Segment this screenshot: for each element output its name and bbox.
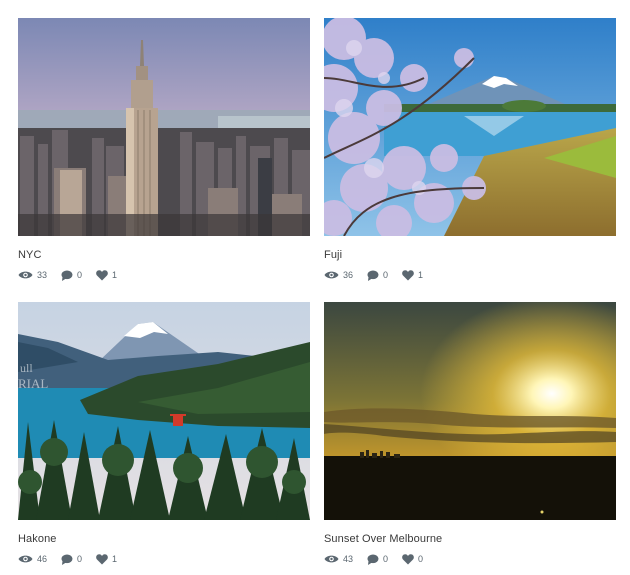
post-stats: 43 0 0	[324, 553, 616, 565]
svg-text:RIAL: RIAL	[18, 376, 48, 391]
comments-value: 0	[383, 554, 389, 564]
post-title[interactable]: NYC	[18, 248, 310, 262]
post-stats: 33 0 1	[18, 269, 310, 281]
post-stats: 36 0 1	[324, 269, 616, 281]
eye-icon	[324, 271, 339, 279]
melbourne-sunset-photo	[324, 302, 616, 520]
comments-count[interactable]: 0	[61, 269, 82, 281]
post-image-fuji[interactable]	[324, 18, 616, 236]
views-value: 43	[343, 554, 354, 564]
post-image-sunset[interactable]	[324, 302, 616, 520]
views-count: 33	[18, 269, 47, 281]
nyc-skyline-photo	[18, 18, 310, 236]
eye-icon	[18, 271, 33, 279]
post-title[interactable]: Hakone	[18, 532, 310, 546]
speech-bubble-icon	[61, 554, 73, 565]
comments-count[interactable]: 0	[367, 553, 388, 565]
likes-count[interactable]: 1	[402, 269, 423, 281]
fuji-cherry-blossom-photo	[324, 18, 616, 236]
speech-bubble-icon	[61, 270, 73, 281]
comments-count[interactable]: 0	[61, 553, 82, 565]
comments-value: 0	[77, 270, 83, 280]
views-count: 46	[18, 553, 47, 565]
heart-icon	[402, 553, 414, 564]
heart-icon	[96, 269, 108, 280]
views-value: 36	[343, 270, 354, 280]
comments-count[interactable]: 0	[367, 269, 388, 281]
post-stats: 46 0 1	[18, 553, 310, 565]
likes-value: 0	[418, 554, 424, 564]
post-card-hakone[interactable]: ull RIAL Hakone 46 0 1	[18, 302, 310, 565]
post-title[interactable]: Sunset Over Melbourne	[324, 532, 616, 546]
comments-value: 0	[77, 554, 83, 564]
photo-watermark: ull	[20, 361, 33, 375]
eye-icon	[324, 555, 339, 563]
hakone-lake-photo: ull RIAL	[18, 302, 310, 520]
likes-count[interactable]: 1	[96, 269, 117, 281]
speech-bubble-icon	[367, 270, 379, 281]
views-count: 36	[324, 269, 353, 281]
views-value: 33	[37, 270, 48, 280]
post-image-hakone[interactable]: ull RIAL	[18, 302, 310, 520]
post-card-fuji[interactable]: Fuji 36 0 1	[324, 18, 616, 281]
comments-value: 0	[383, 270, 389, 280]
eye-icon	[18, 555, 33, 563]
views-value: 46	[37, 554, 48, 564]
speech-bubble-icon	[367, 554, 379, 565]
heart-icon	[402, 269, 414, 280]
post-image-nyc[interactable]	[18, 18, 310, 236]
likes-count[interactable]: 1	[96, 553, 117, 565]
likes-value: 1	[112, 270, 118, 280]
likes-value: 1	[418, 270, 424, 280]
likes-value: 1	[112, 554, 118, 564]
likes-count[interactable]: 0	[402, 553, 423, 565]
heart-icon	[96, 553, 108, 564]
views-count: 43	[324, 553, 353, 565]
post-title[interactable]: Fuji	[324, 248, 616, 262]
post-card-nyc[interactable]: NYC 33 0 1	[18, 18, 310, 281]
post-card-sunset-over-melbourne[interactable]: Sunset Over Melbourne 43 0 0	[324, 302, 616, 565]
